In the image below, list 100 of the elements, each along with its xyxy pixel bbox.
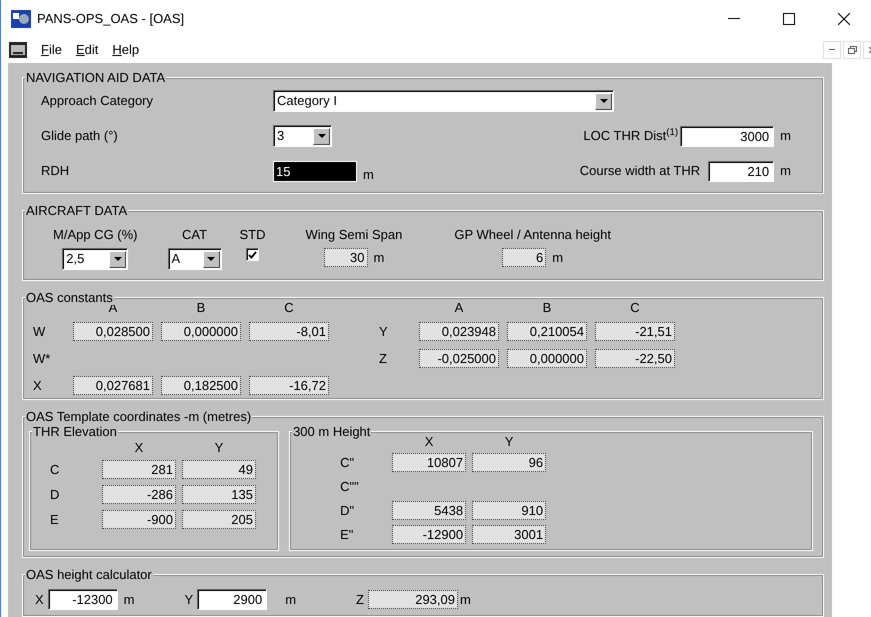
readonly-field: 96 xyxy=(472,453,546,472)
input-field[interactable]: 2900 xyxy=(197,589,268,610)
group-title: OAS height calculator xyxy=(25,567,153,582)
minimize-icon xyxy=(829,48,835,51)
readonly-field: 30 xyxy=(324,248,368,268)
dropdown-arrow-icon xyxy=(600,98,608,104)
field-label: X xyxy=(35,590,44,609)
row-label: C" xyxy=(340,454,356,472)
row-label: D xyxy=(50,486,60,504)
group-title: OAS constants xyxy=(25,290,114,305)
unit-label: m xyxy=(285,590,296,609)
readonly-field: 135 xyxy=(182,485,256,504)
readonly-field: 3001 xyxy=(472,525,546,544)
unit-label: m xyxy=(552,249,564,267)
readonly-field: 0,027681 xyxy=(73,376,153,395)
column-label: M/App CG (%) xyxy=(53,226,138,244)
input-field[interactable]: 15 xyxy=(273,160,357,182)
field-label: Approach Category xyxy=(40,92,154,110)
menu-item[interactable]: Help xyxy=(112,40,140,60)
unit-label: m xyxy=(374,249,384,267)
readonly-field: 0,182500 xyxy=(161,376,241,395)
column-header: A xyxy=(454,302,464,314)
unit-label: m xyxy=(363,166,374,184)
unit-label: m xyxy=(460,590,471,609)
column-label: GP Wheel / Antenna height xyxy=(454,226,611,244)
readonly-field: 10807 xyxy=(392,453,466,472)
input-field[interactable]: -12300 xyxy=(48,589,118,610)
document-icon xyxy=(9,42,27,58)
row-label: W xyxy=(33,323,46,341)
column-label: CAT xyxy=(182,226,208,244)
readonly-field: -16,72 xyxy=(249,376,329,395)
readonly-field: 0,000000 xyxy=(161,322,241,341)
readonly-field: 0,028500 xyxy=(73,322,153,341)
readonly-field: -8,01 xyxy=(249,322,329,341)
field-label: LOC THR Dist$^{(1)}$ xyxy=(583,126,678,146)
readonly-field: -900 xyxy=(102,510,176,529)
field-label: Glide path (°) xyxy=(40,127,119,146)
readonly-field: -21,51 xyxy=(595,322,675,341)
window-title: PANS-OPS_OAS - [OAS] xyxy=(37,10,184,28)
readonly-field: 910 xyxy=(472,501,546,520)
row-label: C"" xyxy=(340,478,360,496)
row-label: W* xyxy=(33,350,52,368)
readonly-field: -286 xyxy=(102,485,176,504)
row-label: E xyxy=(50,511,60,529)
row-label: C xyxy=(50,461,60,479)
menu-item[interactable]: Edit xyxy=(76,40,98,60)
dropdown-arrow-icon xyxy=(114,256,122,262)
readonly-field: 6 xyxy=(502,248,546,268)
column-header: C xyxy=(283,302,295,314)
readonly-field: 5438 xyxy=(392,501,466,520)
group-title: THR Elevation xyxy=(32,424,118,439)
approach-category-dropdown[interactable]: Category I xyxy=(273,90,614,112)
column-header: B xyxy=(542,302,552,314)
restore-icon xyxy=(848,46,856,54)
restore-button[interactable] xyxy=(843,40,861,59)
minimize-icon xyxy=(728,18,740,20)
field-label: Course width at THR xyxy=(580,162,700,180)
readonly-field: 0,000000 xyxy=(507,349,587,368)
dropdown-field[interactable]: 2,5 xyxy=(62,248,128,270)
unit-label: m xyxy=(780,162,791,180)
group-title: AIRCRAFT DATA xyxy=(25,202,128,218)
dropdown-arrow-icon xyxy=(207,256,216,262)
group-title: 300 m Height xyxy=(292,424,372,439)
column-header: C xyxy=(629,302,641,314)
maximize-icon xyxy=(782,12,794,25)
column-header: X xyxy=(424,436,434,448)
readonly-field: 49 xyxy=(182,460,256,479)
field-label: Y xyxy=(184,590,194,609)
field-label: Z xyxy=(356,590,364,609)
unit-label: m xyxy=(124,590,135,609)
readonly-field: 205 xyxy=(182,510,256,529)
row-label: X xyxy=(33,377,43,395)
readonly-field: -0,025000 xyxy=(419,349,499,368)
readonly-field: 293,09 xyxy=(368,590,458,609)
column-header: X xyxy=(134,442,144,454)
input-field[interactable]: 3000 xyxy=(680,126,774,146)
readonly-field: -12900 xyxy=(392,525,466,544)
unit-label: m xyxy=(780,127,791,146)
input-field[interactable]: 210 xyxy=(708,160,774,182)
close-icon xyxy=(838,12,850,25)
checkbox[interactable] xyxy=(246,248,260,261)
column-header: Y xyxy=(504,436,514,448)
column-header: B xyxy=(196,302,206,314)
row-label: Y xyxy=(379,323,389,341)
dropdown-arrow-icon xyxy=(318,134,326,138)
app-icon xyxy=(11,10,31,28)
group-title: OAS Template coordinates -m (metres) xyxy=(25,409,252,424)
menu-item[interactable]: File xyxy=(41,40,62,60)
row-label: E" xyxy=(340,526,354,544)
row-label: D" xyxy=(340,502,356,520)
row-label: Z xyxy=(379,350,388,368)
field-label: RDH xyxy=(40,162,70,180)
glide-path-dropdown[interactable]: 3 xyxy=(273,125,332,147)
column-label: STD xyxy=(240,226,266,244)
readonly-field: 0,210054 xyxy=(507,322,587,341)
column-label: Wing Semi Span xyxy=(306,226,402,244)
readonly-field: -22,50 xyxy=(595,349,675,368)
readonly-field: 281 xyxy=(102,460,176,479)
readonly-field: 0,023948 xyxy=(419,322,499,341)
dropdown-field[interactable]: A xyxy=(168,248,222,270)
